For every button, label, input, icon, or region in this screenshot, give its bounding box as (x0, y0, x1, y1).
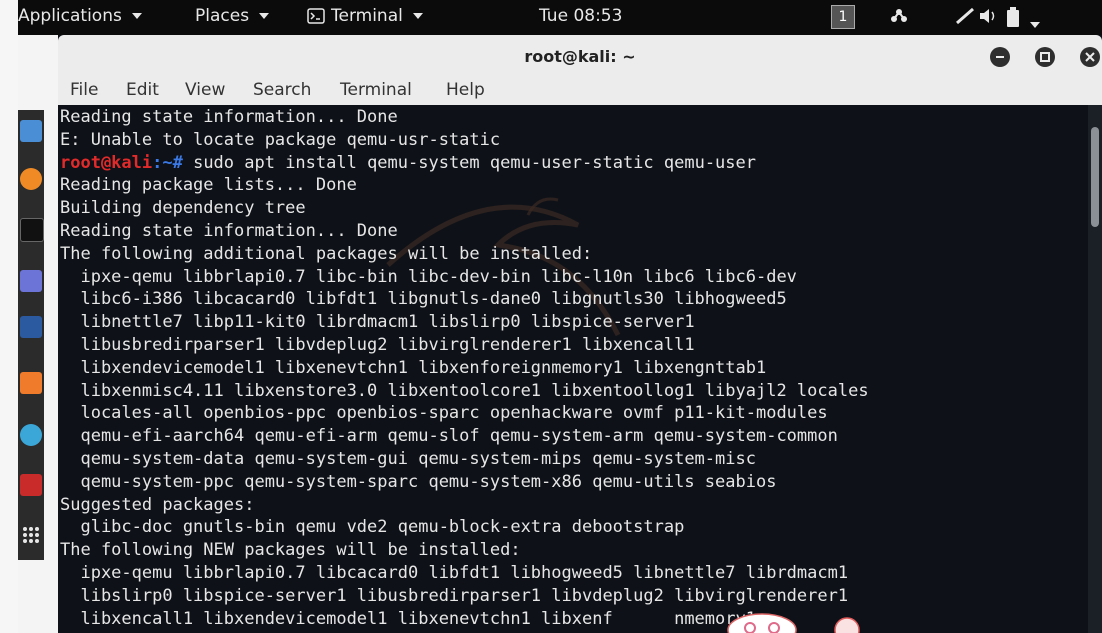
show-apps-icon[interactable] (20, 524, 42, 546)
dock (18, 110, 44, 560)
terminal-output[interactable]: Reading state information... Done E: Unab… (58, 105, 1088, 633)
prompt-path: :~# (152, 152, 183, 173)
eye-icon[interactable] (20, 424, 42, 446)
terminal-line: Suggested packages: (60, 494, 255, 515)
scrollbar-thumb[interactable] (1091, 127, 1099, 227)
terminal-menubar: File Edit View Search Terminal Help (58, 79, 1102, 105)
terminal-window: root@kali: ~ File Edit View Search Termi… (58, 35, 1102, 633)
command-text: sudo apt install qemu-system qemu-user-s… (182, 152, 756, 173)
applications-label: Applications (18, 6, 122, 26)
terminal-text: Reading state information... Done E: Unab… (60, 106, 869, 630)
workspace-indicator[interactable]: 1 (831, 5, 855, 29)
metasploit-icon[interactable] (20, 316, 42, 338)
prompt-user: root@kali (60, 152, 153, 173)
places-menu[interactable]: Places (195, 6, 270, 26)
terminal-line: qemu-system-data qemu-system-gui qemu-sy… (60, 448, 756, 469)
system-menu-chevron-icon[interactable] (1026, 13, 1040, 33)
chevron-down-icon (259, 13, 270, 19)
maximize-icon (1040, 52, 1050, 62)
maximize-button[interactable] (1035, 47, 1055, 67)
terminal-line: qemu-system-ppc qemu-system-sparc qemu-s… (60, 471, 777, 492)
terminal-app-menu[interactable]: Terminal (307, 6, 423, 26)
prompt-line: root@kali:~# sudo apt install qemu-syste… (60, 152, 869, 175)
terminal-line: libxendevicemodel1 libxenevtchn1 libxenf… (60, 357, 767, 378)
window-titlebar[interactable]: root@kali: ~ (58, 35, 1102, 79)
terminal-line: The following additional packages will b… (60, 243, 593, 264)
terminal-line: ipxe-qemu libbrlapi0.7 libc-bin libc-dev… (60, 266, 797, 287)
text-editor-icon[interactable] (20, 270, 42, 292)
terminal-line: Reading state information... Done (60, 107, 398, 127)
firefox-icon[interactable] (20, 168, 42, 190)
terminal-line: libusbredirparser1 libvdeplug2 libvirglr… (60, 334, 695, 355)
sticker-overlay (727, 613, 860, 633)
files-icon[interactable] (20, 120, 42, 142)
terminal-line: glibc-doc gnutls-bin qemu vde2 qemu-bloc… (60, 517, 685, 538)
terminal-line: qemu-efi-aarch64 qemu-efi-arm qemu-slof … (60, 426, 838, 447)
close-button[interactable] (1080, 47, 1100, 67)
terminal-line: libnettle7 libp11-kit0 librdmacm1 libsli… (60, 312, 695, 333)
places-label: Places (195, 6, 250, 26)
volume-icon[interactable] (978, 7, 1000, 30)
minimize-button[interactable] (990, 47, 1010, 67)
clock[interactable]: Tue 08:53 (539, 6, 622, 26)
menu-search[interactable]: Search (253, 80, 311, 100)
terminal-line: The following NEW packages will be insta… (60, 540, 521, 561)
menu-terminal[interactable]: Terminal (340, 80, 412, 100)
cherrytree-icon[interactable] (20, 474, 42, 496)
menu-help[interactable]: Help (446, 80, 485, 100)
chevron-down-icon (412, 13, 423, 19)
terminal-scrollbar[interactable] (1088, 105, 1102, 633)
terminal-line: libxenmisc4.11 libxenstore3.0 libxentool… (60, 380, 869, 401)
top-panel: Applications Places Terminal Tue 08:53 1 (18, 0, 1102, 35)
terminal-line: E: Unable to locate package qemu-usr-sta… (60, 129, 501, 150)
terminal-line: Reading state information... Done (60, 220, 398, 241)
minimize-icon (996, 56, 1004, 58)
terminal-line: Building dependency tree (60, 198, 306, 219)
terminal-line: libslirp0 libspice-server1 libusbredirpa… (60, 585, 849, 606)
menu-view[interactable]: View (185, 80, 225, 100)
chevron-down-icon (131, 13, 142, 19)
battery-icon[interactable] (1006, 7, 1020, 32)
window-title: root@kali: ~ (524, 47, 636, 66)
terminal-icon[interactable] (20, 218, 44, 242)
terminal-line: ipxe-qemu libbrlapi0.7 libcacard0 libfdt… (60, 562, 849, 583)
terminal-app-label: Terminal (331, 6, 403, 26)
applications-menu[interactable]: Applications (18, 6, 142, 26)
menu-edit[interactable]: Edit (126, 80, 159, 100)
pen-icon[interactable] (954, 7, 976, 30)
terminal-line: locales-all openbios-ppc openbios-sparc … (60, 403, 828, 424)
close-icon (1085, 52, 1095, 62)
terminal-line: Reading package lists... Done (60, 175, 357, 196)
terminal-line: libc6-i386 libcacard0 libfdt1 libgnutls-… (60, 289, 787, 310)
burpsuite-icon[interactable] (20, 372, 42, 394)
terminal-icon (307, 8, 325, 24)
network-icon[interactable] (888, 7, 910, 30)
menu-file[interactable]: File (70, 80, 98, 100)
desktop-margin (0, 0, 18, 633)
